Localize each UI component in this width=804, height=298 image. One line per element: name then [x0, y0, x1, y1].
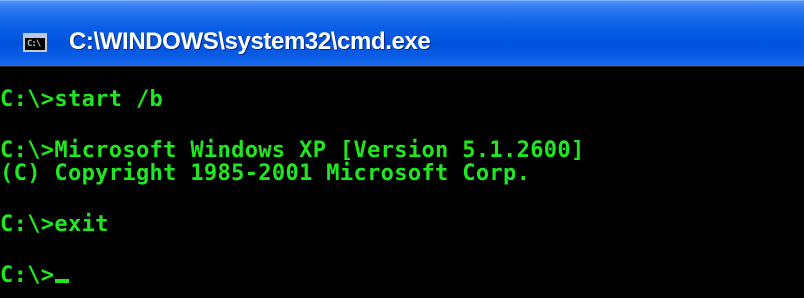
window-title: C:\WINDOWS\system32\cmd.exe	[69, 28, 431, 55]
console-output[interactable]: C:\>start /b C:\>Microsoft Windows XP [V…	[0, 66, 804, 298]
console-line: (C) Copyright 1985-2001 Microsoft Corp.	[0, 161, 531, 186]
cmd-icon[interactable]: C:\	[23, 33, 47, 52]
console-line: C:\>Microsoft Windows XP [Version 5.1.26…	[0, 138, 585, 163]
console-line: C:\>start /b	[0, 87, 164, 112]
cmd-icon-label: C:\	[27, 39, 41, 49]
console-line: C:\>exit	[0, 212, 109, 237]
console-prompt: C:\>	[0, 263, 55, 288]
title-bar[interactable]: C:\ C:\WINDOWS\system32\cmd.exe	[0, 0, 804, 66]
console-prompt-line[interactable]: C:\>	[0, 263, 70, 288]
text-cursor	[55, 279, 70, 283]
cmd-window: C:\ C:\WINDOWS\system32\cmd.exe C:\>star…	[0, 0, 804, 298]
